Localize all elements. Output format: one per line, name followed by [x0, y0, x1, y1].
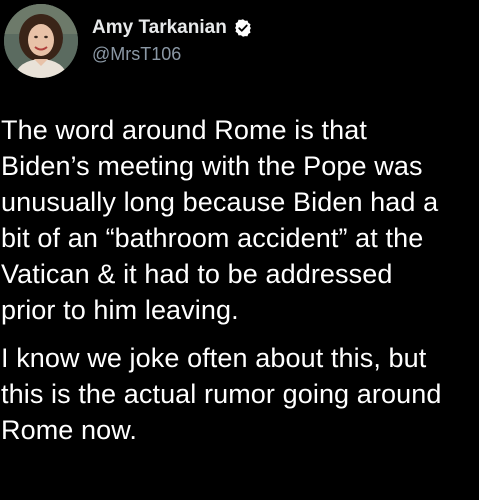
avatar[interactable]	[4, 4, 78, 78]
tweet-line: unusually long because Biden had a	[1, 187, 439, 217]
tweet-line: prior to him leaving.	[1, 295, 239, 325]
tweet-line: this is the actual rumor going around	[1, 379, 442, 409]
display-name[interactable]: Amy Tarkanian	[92, 17, 227, 39]
tweet-text: The word around Rome is that Biden’s mee…	[0, 112, 479, 448]
verified-badge-icon	[233, 18, 253, 38]
tweet-header: Amy Tarkanian @MrsT106	[4, 4, 474, 82]
profile-photo-icon	[4, 4, 78, 78]
tweet-line: Rome now.	[1, 415, 137, 445]
tweet-line: The word around Rome is that	[1, 115, 367, 145]
display-name-row: Amy Tarkanian	[92, 16, 253, 40]
tweet-line: Vatican & it had to be addressed	[1, 259, 393, 289]
author-names: Amy Tarkanian @MrsT106	[92, 16, 253, 65]
tweet-line: I know we joke often about this, but	[1, 343, 427, 373]
tweet-line: bit of an “bathroom accident” at the	[1, 223, 424, 253]
tweet-line: Biden’s meeting with the Pope was	[1, 151, 423, 181]
tweet: Amy Tarkanian @MrsT106 The word around R…	[0, 0, 479, 500]
handle[interactable]: @MrsT106	[92, 44, 253, 65]
